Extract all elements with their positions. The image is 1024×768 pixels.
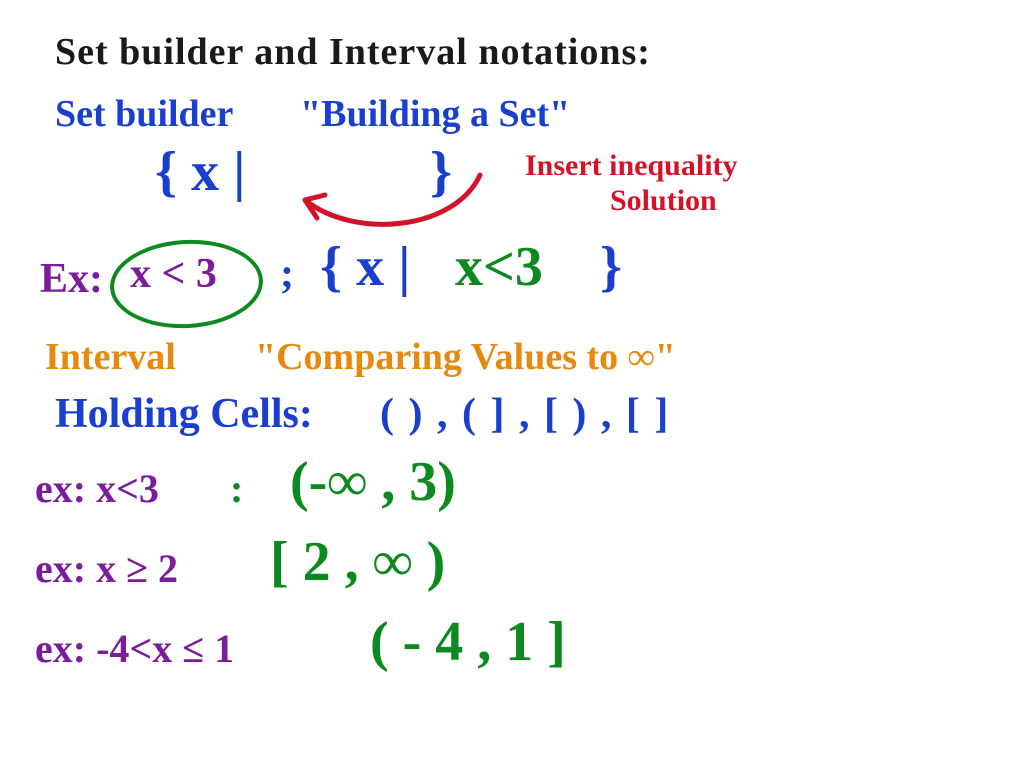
setbuilder-quote: "Building a Set" [300,92,570,136]
holding-cells-list: ( ) , ( ] , [ ) , [ ] [380,390,670,438]
whiteboard: Set builder and Interval notations: Set … [0,0,1024,768]
ex3-lhs: ex: -4<x ≤ 1 [35,625,234,672]
ex-set-cond: x<3 [455,235,543,299]
ex2-interval: [ 2 , ∞ ) [270,530,445,594]
holding-cells-label: Holding Cells: [55,390,313,438]
ex-set-left: { x | [320,235,410,299]
ex-set-right: } [600,235,622,299]
ex-label: Ex: [40,255,103,303]
page-title: Set builder and Interval notations: [55,30,651,74]
ex-condition: x < 3 [130,250,217,298]
ex3-interval: ( - 4 , 1 ] [370,610,566,674]
ex1-lhs: ex: x<3 [35,465,159,512]
set-template-left: { x | [155,140,245,204]
ex2-lhs: ex: x ≥ 2 [35,545,178,592]
interval-quote: "Comparing Values to ∞" [255,335,676,379]
insert-note-2: Solution [610,185,717,217]
ex1-interval: (-∞ , 3) [290,450,456,514]
interval-label: Interval [45,335,176,379]
setbuilder-label: Set builder [55,92,233,136]
insert-note-1: Insert inequality [525,150,738,182]
ex1-colon: : [230,465,243,512]
ex-separator: ; [280,250,294,298]
